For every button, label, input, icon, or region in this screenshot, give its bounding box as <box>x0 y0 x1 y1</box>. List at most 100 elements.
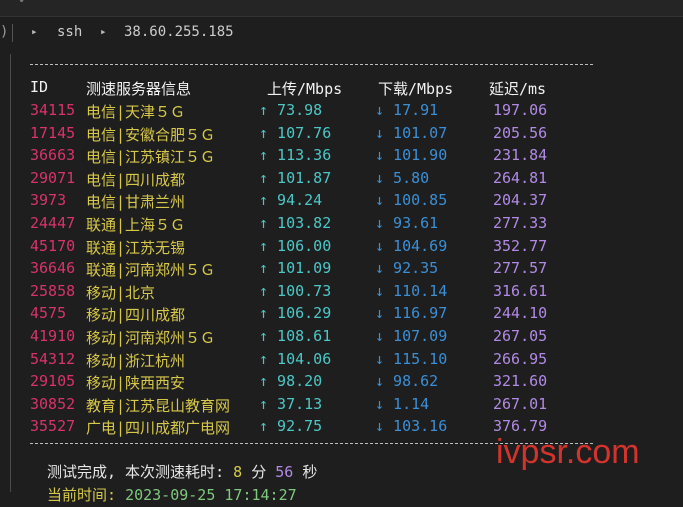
row-id: 17145 <box>30 123 76 142</box>
table-row: 36646 联通|河南郑州５Ｇ ↑ 101.09 ↓ 92.35 277.57 <box>0 259 683 281</box>
watermark-logo: ivpsr.com <box>496 433 640 471</box>
row-id: 54312 <box>30 349 76 368</box>
row-latency: 205.56 <box>493 123 548 142</box>
window-dot-icon: • <box>18 0 26 8</box>
row-id: 36663 <box>30 146 76 165</box>
row-download: ↓ 5.80 <box>375 168 430 187</box>
paren-icon: ) <box>0 24 9 40</box>
table-row: 41910 移动|河南郑州５Ｇ ↑ 108.61 ↓ 107.09 267.05 <box>0 327 683 349</box>
row-id: 3973 <box>30 191 67 210</box>
row-upload: ↑ 108.61 <box>259 327 332 345</box>
row-upload: ↑ 100.73 <box>259 281 332 300</box>
row-id: 36646 <box>30 259 76 278</box>
row-download: ↓ 1.14 <box>375 394 430 413</box>
row-id: 4575 <box>30 304 67 323</box>
row-upload: ↑ 107.76 <box>259 123 332 142</box>
row-server-name: 电信|安徽合肥５Ｇ <box>86 125 216 144</box>
row-download: ↓ 116.97 <box>375 304 448 323</box>
row-upload: ↑ 104.06 <box>259 349 332 368</box>
row-latency: 277.33 <box>493 214 548 232</box>
column-header-download: 下载/Mbps <box>378 80 454 98</box>
row-upload: ↑ 94.24 <box>259 191 323 210</box>
table-row: 54312 移动|浙江杭州 ↑ 104.06 ↓ 115.10 266.95 <box>0 350 683 372</box>
row-latency: 264.81 <box>493 168 548 187</box>
row-latency: 244.10 <box>493 304 548 323</box>
row-server-name: 教育|江苏昆山教育网 <box>86 396 231 415</box>
row-download: ↓ 110.14 <box>375 281 448 300</box>
window-top-bar: • <box>0 0 683 17</box>
row-download: ↓ 101.07 <box>375 123 448 142</box>
table-row: 17145 电信|安徽合肥５Ｇ ↑ 107.76 ↓ 101.07 205.56 <box>0 124 683 146</box>
row-server-name: 移动|四川成都 <box>86 306 186 325</box>
row-id: 45170 <box>30 236 76 255</box>
breadcrumb-host[interactable]: 38.60.255.185 <box>124 24 234 40</box>
seconds-value: 56 <box>275 463 294 481</box>
row-latency: 231.84 <box>493 146 548 165</box>
row-server-name: 移动|陕西西安 <box>86 374 186 393</box>
row-server-name: 移动|浙江杭州 <box>86 351 186 370</box>
current-time-label: 当前时间: <box>47 486 117 504</box>
table-row: 3973 电信|甘肃兰州 ↑ 94.24 ↓ 100.85 204.37 <box>0 191 683 213</box>
row-server-name: 移动|北京 <box>86 283 156 302</box>
row-server-name: 联通|河南郑州５Ｇ <box>86 261 216 280</box>
row-download: ↓ 101.90 <box>375 146 448 165</box>
dashed-divider-top <box>30 64 593 67</box>
row-server-name: 联通|上海５Ｇ <box>86 216 186 234</box>
row-download: ↓ 103.16 <box>375 417 448 436</box>
row-id: 24447 <box>30 214 76 232</box>
current-time-value: 2023-09-25 17:14:27 <box>125 486 297 504</box>
row-latency: 267.01 <box>493 394 548 413</box>
row-latency: 316.61 <box>493 281 548 300</box>
breadcrumb: ) ▸ ssh ▸ 38.60.255.185 <box>0 17 683 49</box>
row-download: ↓ 93.61 <box>375 214 439 232</box>
row-upload: ↑ 73.98 <box>259 101 323 119</box>
row-download: ↓ 92.35 <box>375 259 439 278</box>
row-id: 34115 <box>30 101 76 119</box>
table-row: 24447 联通|上海５Ｇ ↑ 103.82 ↓ 93.61 277.33 <box>0 214 683 236</box>
row-server-name: 移动|河南郑州５Ｇ <box>86 329 216 347</box>
row-upload: ↑ 113.36 <box>259 146 332 165</box>
row-upload: ↑ 101.09 <box>259 259 332 278</box>
row-upload: ↑ 92.75 <box>259 417 323 436</box>
table-row: 34115 电信|天津５Ｇ ↑ 73.98 ↓ 17.91 197.06 <box>0 101 683 123</box>
row-latency: 352.77 <box>493 236 548 255</box>
row-upload: ↑ 98.20 <box>259 372 323 391</box>
row-server-name: 电信|江苏镇江５Ｇ <box>86 148 216 167</box>
row-latency: 321.60 <box>493 372 548 391</box>
breadcrumb-command[interactable]: ssh <box>57 24 82 40</box>
row-id: 29071 <box>30 168 76 187</box>
row-upload: ↑ 103.82 <box>259 214 332 232</box>
divider <box>12 24 13 42</box>
row-download: ↓ 115.10 <box>375 349 448 368</box>
row-latency: 267.05 <box>493 327 548 345</box>
row-server-name: 广电|四川成都广电网 <box>86 419 231 438</box>
table-row: 45170 联通|江苏无锡 ↑ 106.00 ↓ 104.69 352.77 <box>0 237 683 259</box>
row-upload: ↑ 37.13 <box>259 394 323 413</box>
row-upload: ↑ 106.00 <box>259 236 332 255</box>
current-time-line: 当前时间: 2023-09-25 17:14:27 <box>47 484 297 505</box>
column-header-upload: 上传/Mbps <box>267 80 343 98</box>
row-latency: 266.95 <box>493 349 548 368</box>
row-server-name: 电信|甘肃兰州 <box>86 193 186 212</box>
row-latency: 277.57 <box>493 259 548 278</box>
table-row: 4575 移动|四川成都 ↑ 106.29 ↓ 116.97 244.10 <box>0 304 683 326</box>
seconds-unit: 秒 <box>302 463 318 481</box>
row-download: ↓ 98.62 <box>375 372 439 391</box>
row-download: ↓ 107.09 <box>375 327 448 345</box>
column-header-server: 测速服务器信息 <box>86 80 192 98</box>
minutes-unit: 分 <box>251 463 267 481</box>
completion-label: 测试完成, 本次测速耗时: <box>47 463 225 481</box>
row-download: ↓ 17.91 <box>375 101 439 119</box>
table-row: 36663 电信|江苏镇江５Ｇ ↑ 113.36 ↓ 101.90 231.84 <box>0 146 683 168</box>
row-download: ↓ 100.85 <box>375 191 448 210</box>
row-server-name: 电信|四川成都 <box>86 170 186 189</box>
row-id: 29105 <box>30 372 76 391</box>
row-upload: ↑ 106.29 <box>259 304 332 323</box>
column-header-id: ID <box>30 78 49 96</box>
row-upload: ↑ 101.87 <box>259 168 332 187</box>
row-latency: 204.37 <box>493 191 548 210</box>
column-header-latency: 延迟/ms <box>489 80 547 98</box>
chevron-right-icon: ▸ <box>31 25 38 38</box>
chevron-right-icon: ▸ <box>100 25 107 38</box>
table-row: 29105 移动|陕西西安 ↑ 98.20 ↓ 98.62 321.60 <box>0 372 683 394</box>
